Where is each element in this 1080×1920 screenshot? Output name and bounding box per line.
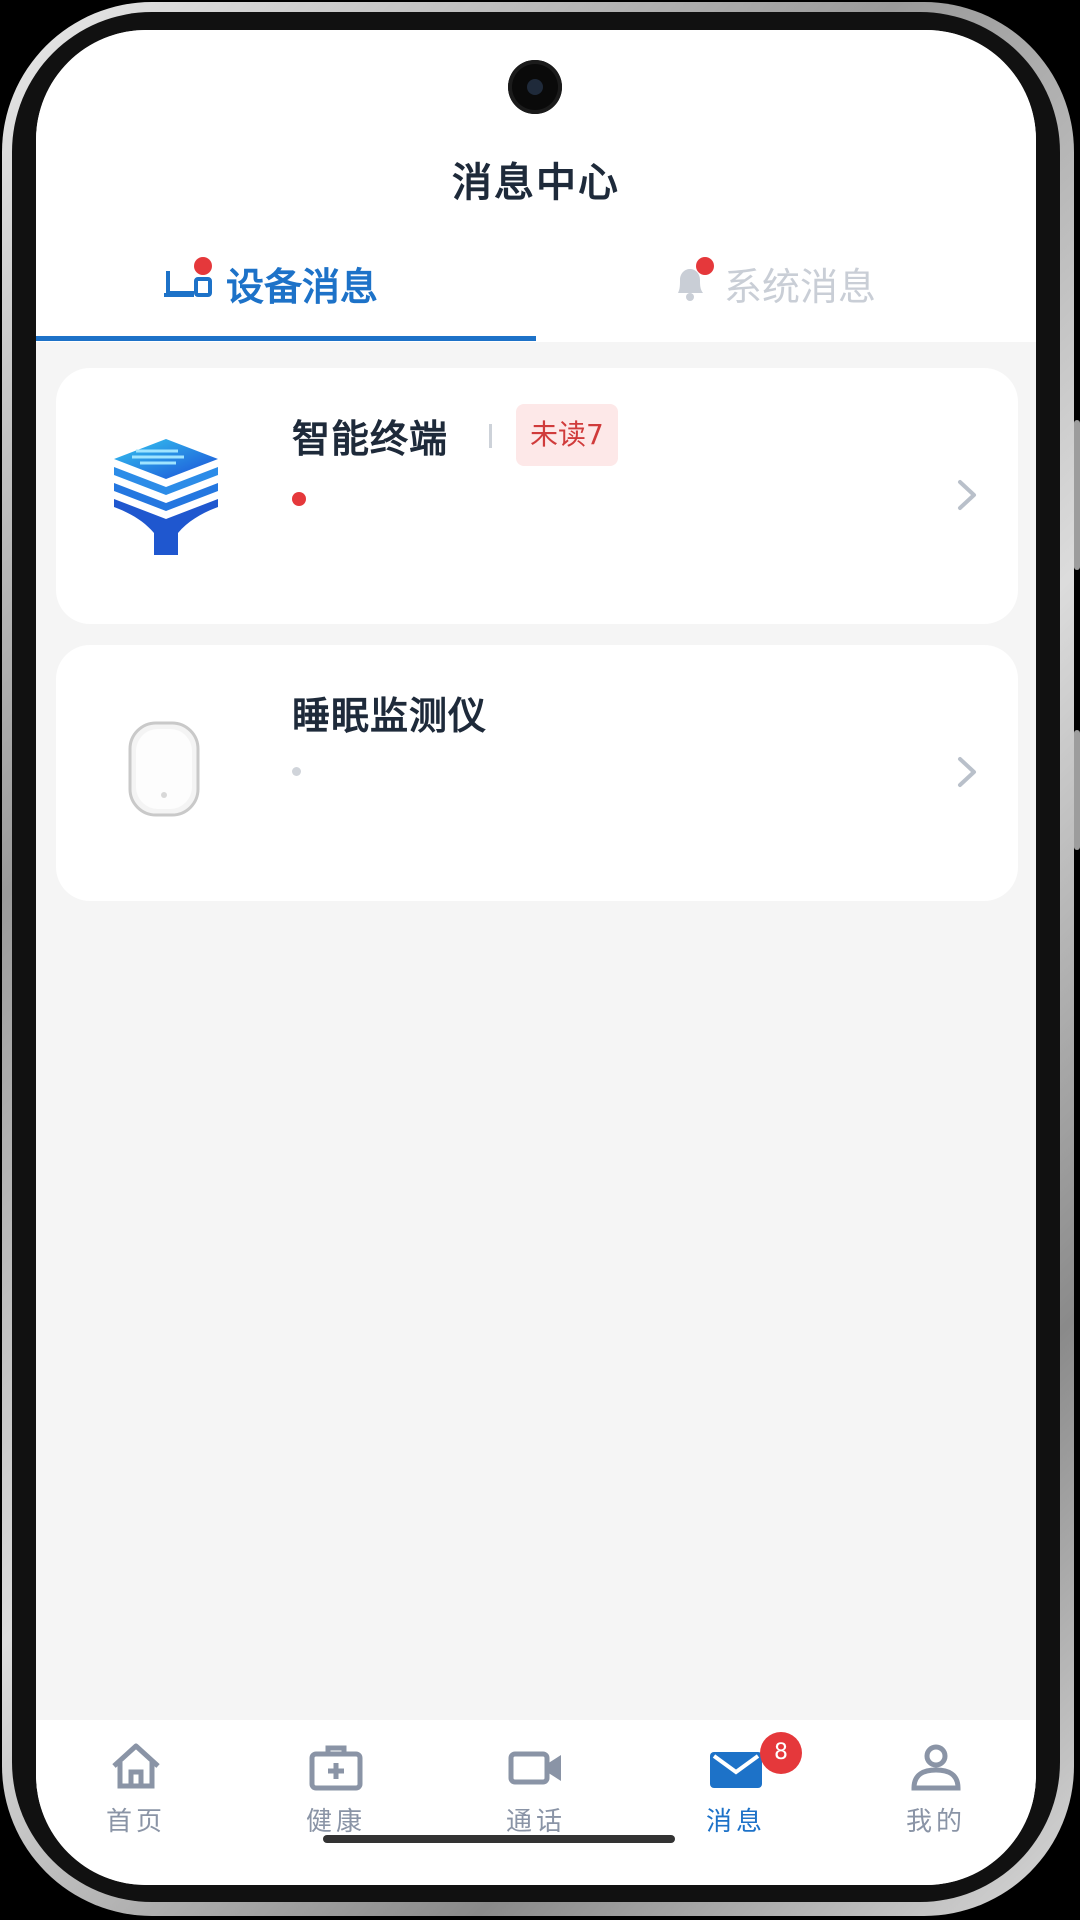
nav-badge: 8 [760,1732,802,1774]
nav-item-home[interactable]: 首页 [36,1720,236,1840]
nav-item-health[interactable]: 健康 [236,1720,436,1840]
front-camera [508,60,562,114]
unread-badge: 未读7 [516,404,618,466]
tab-label: 设备消息 [226,264,379,309]
nav-item-profile[interactable]: 我的 [836,1720,1036,1840]
nav-label: 通话 [505,1807,566,1837]
chevron-right-icon [952,476,982,514]
mail-icon [708,1742,764,1792]
nav-label: 消息 [705,1807,766,1837]
unread-dot [194,257,212,275]
volume-button [1074,420,1080,570]
title-divider [489,424,492,448]
device-name: 睡眠监测仪 [292,694,488,738]
tab-label: 系统消息 [724,264,877,309]
smart-terminal-logo [106,433,226,559]
status-dot [292,767,301,776]
tab-system-messages[interactable]: 系统消息 [670,255,876,311]
active-tab-indicator [36,336,536,341]
home-icon [108,1742,164,1792]
unread-dot [696,257,714,275]
app-screen: 消息中心 设备消息 系统消息 智能终端 未读7 睡眠监测仪 首页 健康 通话 8… [36,30,1036,1885]
video-camera-icon [508,1742,564,1792]
nav-label: 我的 [905,1807,966,1837]
bottom-nav: 首页 健康 通话 8 消息 我的 [36,1720,1036,1885]
medical-kit-icon [308,1742,364,1792]
tab-device-messages[interactable]: 设备消息 [164,255,378,311]
home-indicator[interactable] [323,1835,675,1843]
nav-item-call[interactable]: 通话 [436,1720,636,1840]
status-dot [292,492,306,506]
bell-icon [670,257,714,303]
nav-label: 首页 [105,1807,166,1837]
sleep-monitor-device-image [126,719,202,819]
device-icon [164,257,214,303]
chevron-right-icon [952,753,982,791]
device-card-smart-terminal[interactable]: 智能终端 未读7 [56,368,1018,624]
power-button [1074,730,1080,850]
page-title: 消息中心 [452,160,620,206]
nav-item-messages[interactable]: 8 消息 [636,1720,836,1840]
device-name: 智能终端 [292,417,449,461]
user-icon [908,1742,964,1792]
device-card-sleep-monitor[interactable]: 睡眠监测仪 [56,645,1018,901]
nav-label: 健康 [305,1807,366,1837]
